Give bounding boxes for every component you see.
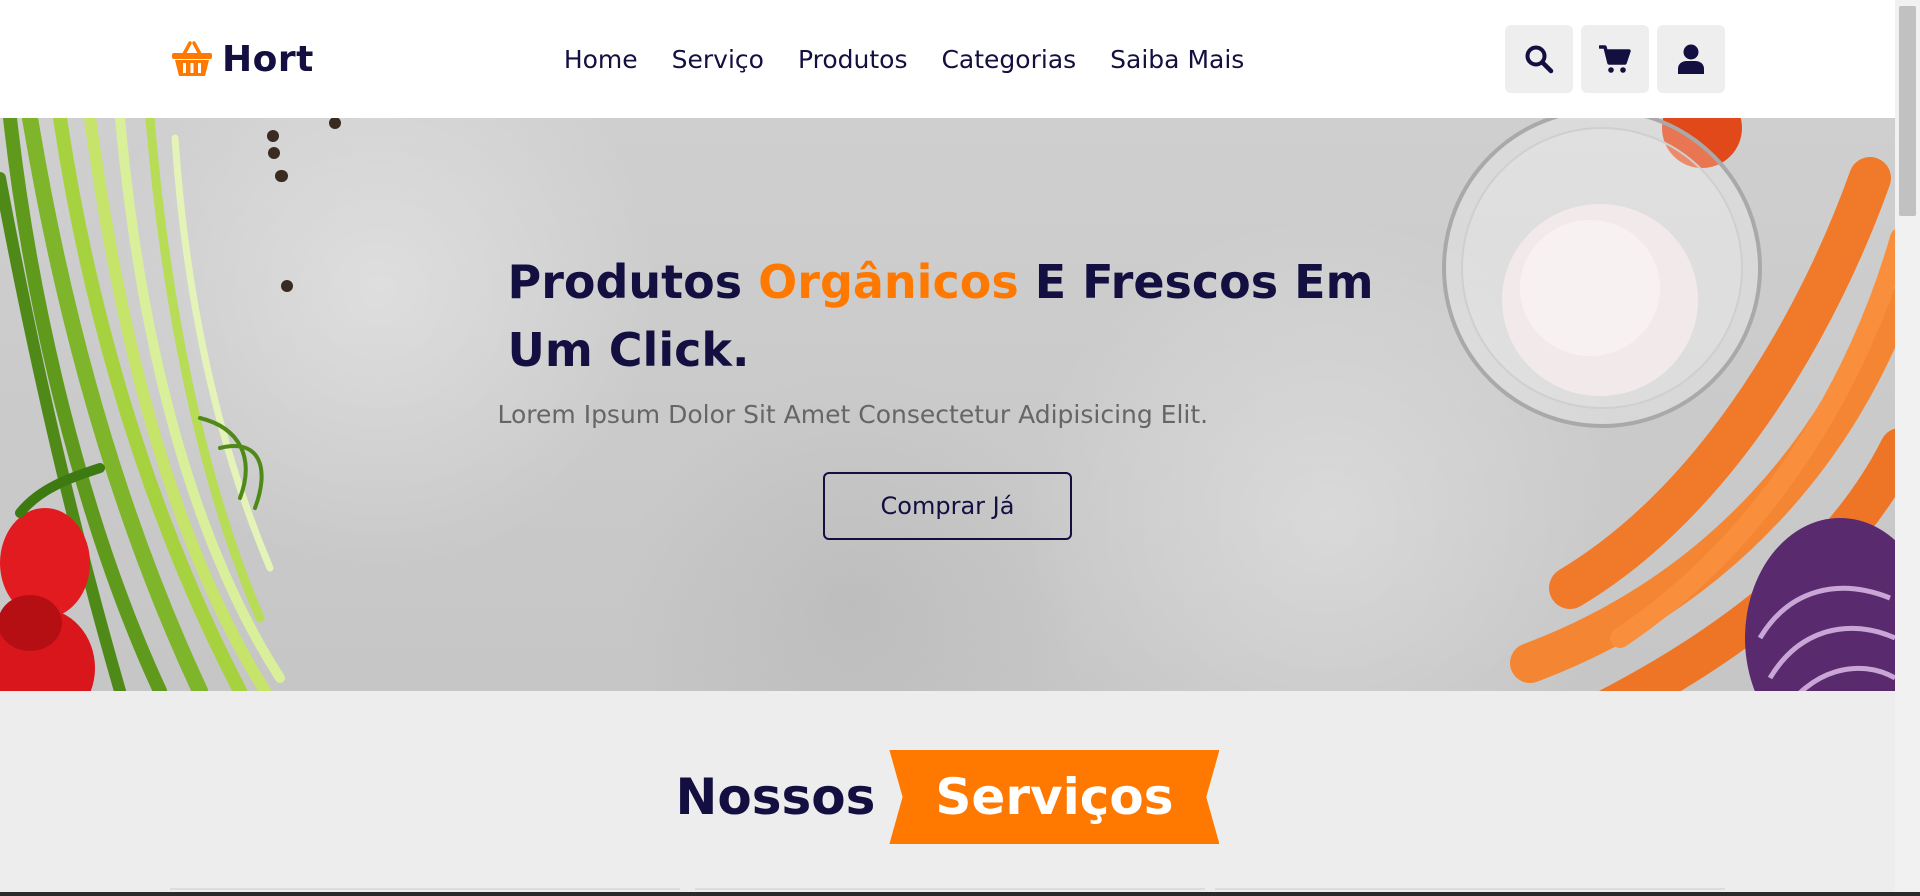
cart-button[interactable] xyxy=(1581,25,1649,93)
services-heading-dark: Nossos xyxy=(675,768,876,826)
services-heading-highlight: Serviços xyxy=(889,750,1220,844)
main-nav: Home Serviço Produtos Categorias Saiba M… xyxy=(564,45,1244,74)
header-icons xyxy=(1505,25,1725,93)
scrollbar-thumb[interactable] xyxy=(1899,6,1916,216)
shop-now-button[interactable]: Comprar Já xyxy=(823,472,1072,540)
hero-title-part1: Produtos xyxy=(507,255,759,309)
user-button[interactable] xyxy=(1657,25,1725,93)
nav-home[interactable]: Home xyxy=(564,45,638,74)
vegetables-right-image xyxy=(1442,118,1895,691)
hero-subtitle: Lorem Ipsum Dolor Sit Amet Consectetur A… xyxy=(497,400,1209,429)
hero-title: Produtos Orgânicos E Frescos Em Um Click… xyxy=(508,248,1388,384)
hero-banner: Produtos Orgânicos E Frescos Em Um Click… xyxy=(0,118,1895,691)
brand-name: Hort xyxy=(222,38,314,80)
peppercorns-image xyxy=(267,118,341,292)
cart-icon xyxy=(1599,45,1631,73)
nav-saiba-mais[interactable]: Saiba Mais xyxy=(1110,45,1244,74)
nav-categorias[interactable]: Categorias xyxy=(941,45,1076,74)
basket-icon xyxy=(170,40,214,78)
nav-servico[interactable]: Serviço xyxy=(672,45,764,74)
hero-title-accent: Orgânicos xyxy=(758,255,1019,309)
brand-logo[interactable]: Hort xyxy=(170,39,314,80)
page-scrollbar[interactable] xyxy=(1895,0,1920,896)
window-bottom-edge xyxy=(0,892,1920,896)
site-header: Hort Home Serviço Produtos Categorias Sa… xyxy=(0,0,1895,118)
nav-produtos[interactable]: Produtos xyxy=(798,45,908,74)
vegetables-left-image xyxy=(0,118,288,691)
search-icon xyxy=(1525,45,1554,74)
user-icon xyxy=(1678,44,1704,74)
search-button[interactable] xyxy=(1505,25,1573,93)
services-heading: Nossos Serviços xyxy=(0,750,1895,844)
